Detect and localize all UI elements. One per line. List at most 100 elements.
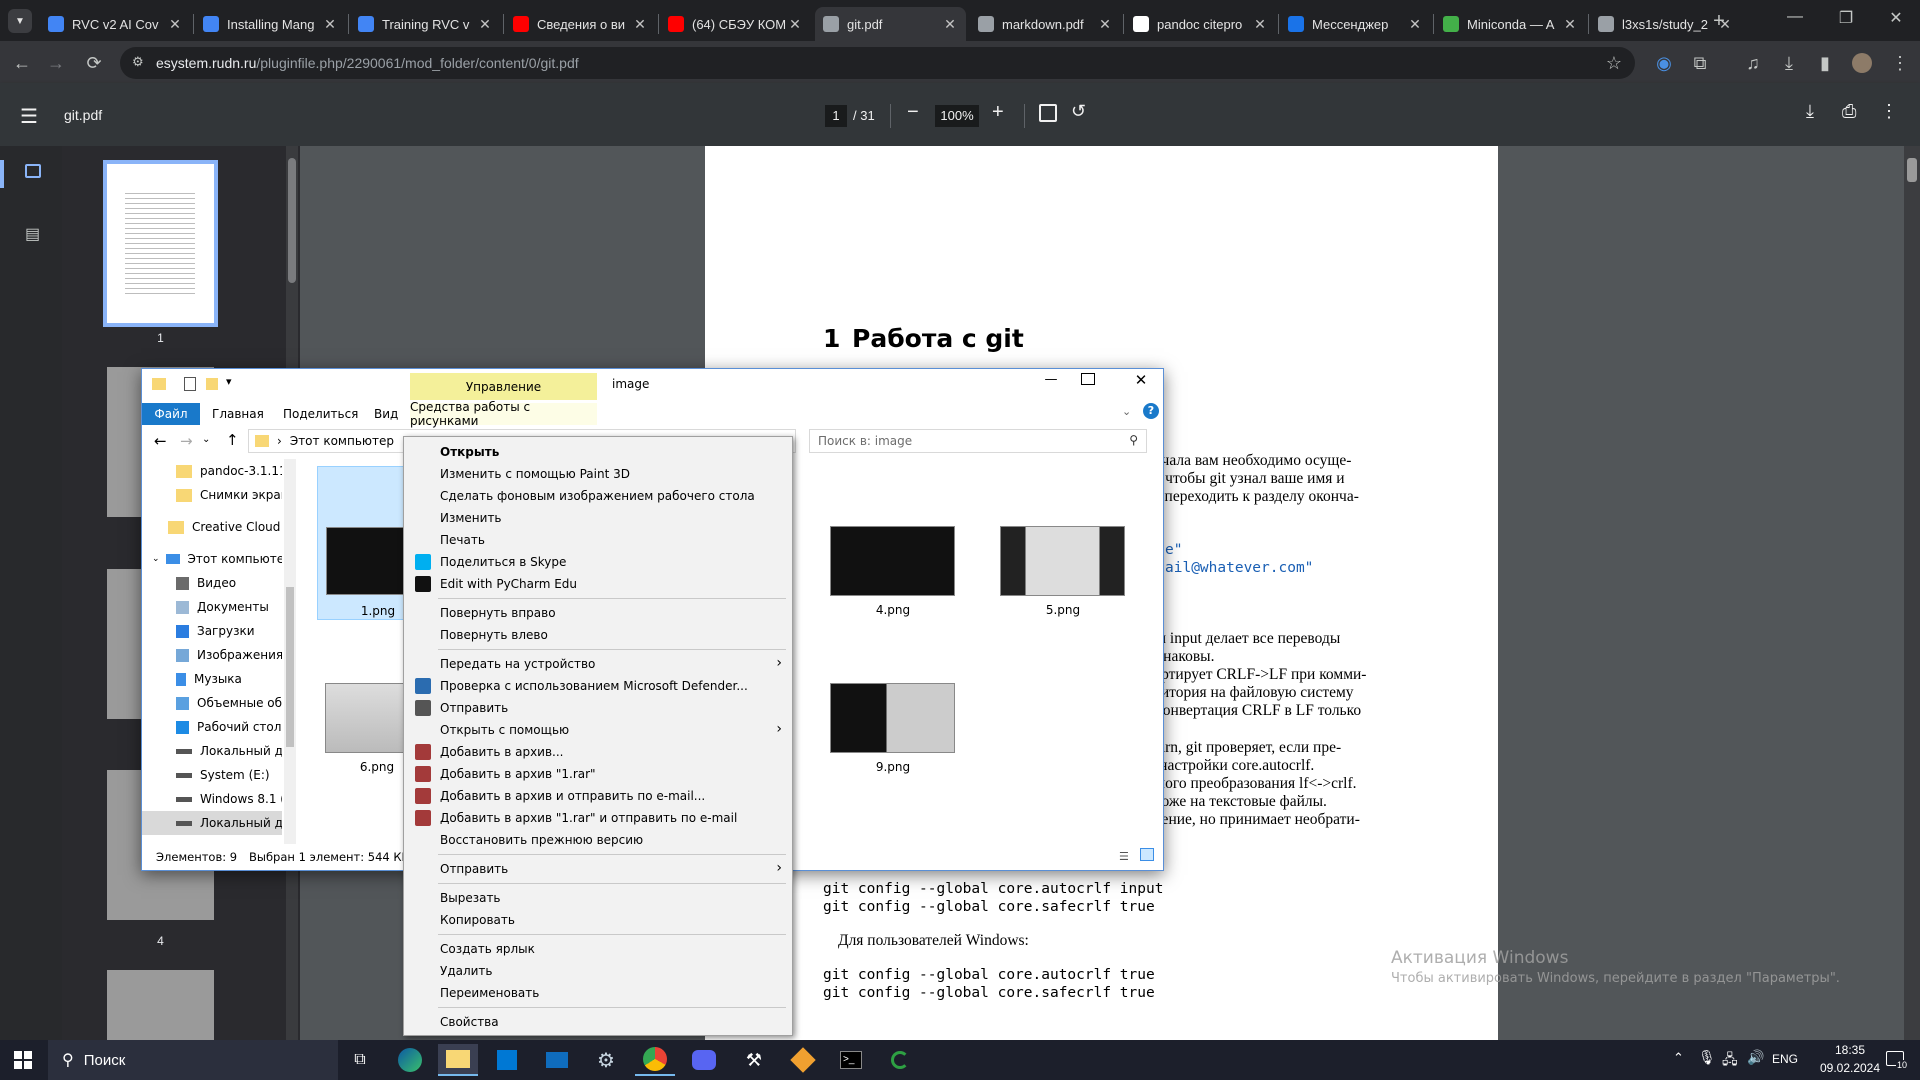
task-view-icon[interactable]: ⧉ — [340, 1044, 380, 1076]
fit-page-icon[interactable] — [1039, 104, 1057, 122]
nav-item-video[interactable]: Видео — [142, 571, 282, 595]
language-indicator[interactable]: ENG — [1772, 1052, 1798, 1066]
forward-icon[interactable]: → — [40, 47, 72, 79]
browser-tab[interactable]: Training RVC v ✕ — [350, 7, 501, 41]
close-window-button[interactable]: ✕ — [1876, 8, 1916, 32]
browser-tab[interactable]: RVC v2 AI Cov ✕ — [40, 7, 191, 41]
tab-close-icon[interactable]: ✕ — [632, 16, 648, 33]
help-icon[interactable]: ? — [1143, 403, 1159, 419]
ribbon-tab-home[interactable]: Главная — [212, 403, 264, 425]
nav-item-music[interactable]: Музыка — [142, 667, 282, 691]
context-menu-item[interactable]: Проверка с использованием Microsoft Defe… — [404, 675, 792, 697]
context-menu-item[interactable]: Сделать фоновым изображением рабочего ст… — [404, 485, 792, 507]
tab-close-icon[interactable]: ✕ — [1562, 16, 1578, 33]
page-thumbnail-5[interactable] — [107, 970, 214, 1040]
context-menu-item[interactable]: Поделиться в Skype — [404, 551, 792, 573]
tab-close-icon[interactable]: ✕ — [1252, 16, 1268, 33]
page-thumbnail-1[interactable] — [103, 160, 218, 327]
thumbnails-view-button[interactable] — [0, 160, 4, 188]
file-item-5[interactable]: 5.png — [998, 524, 1128, 624]
rotate-icon[interactable]: ↺ — [1071, 101, 1086, 122]
pdf-scroll-thumb[interactable] — [1907, 158, 1917, 182]
explorer-close-button[interactable]: ✕ — [1126, 371, 1156, 389]
context-menu-item[interactable]: Передать на устройство › — [404, 653, 792, 675]
manage-context-tab[interactable]: Управление — [410, 373, 597, 400]
quick-access-folder-icon[interactable] — [152, 378, 166, 390]
bookmark-star-icon[interactable]: ☆ — [1598, 47, 1630, 79]
context-menu-item[interactable]: Edit with PyCharm Edu — [404, 573, 792, 595]
browser-tab[interactable]: Сведения о ви ✕ — [505, 7, 656, 41]
tab-search-button[interactable]: ▼ — [8, 9, 32, 33]
explorer-minimize-button[interactable]: — — [1036, 372, 1066, 387]
tab-close-icon[interactable]: ✕ — [322, 16, 338, 33]
loading-app-icon[interactable] — [880, 1044, 920, 1076]
large-icons-view-icon[interactable] — [1140, 848, 1154, 861]
file-item-9[interactable]: 9.png — [828, 681, 958, 781]
pdf-download-icon[interactable]: ⤓ — [1806, 101, 1814, 122]
browser-tab[interactable]: pandoc citepro ✕ — [1125, 7, 1276, 41]
context-menu-item[interactable]: Добавить в архив "1.rar" — [404, 763, 792, 785]
outline-view-icon[interactable]: ▤ — [25, 224, 40, 244]
tab-close-icon[interactable]: ✕ — [787, 16, 803, 33]
taskbar-search-box[interactable]: ⚲ Поиск — [48, 1040, 338, 1080]
nav-item-desktop[interactable]: Рабочий стол — [142, 715, 282, 739]
minimize-window-button[interactable]: — — [1775, 8, 1815, 32]
search-input[interactable]: Поиск в: image ⚲ — [809, 429, 1147, 453]
nav-back-icon[interactable]: ← — [154, 432, 167, 450]
ribbon-tab-picture-tools[interactable]: Средства работы с рисунками — [410, 400, 597, 428]
extensions-puzzle-icon[interactable]: ⧉ — [1684, 47, 1716, 79]
context-menu-item[interactable]: Добавить в архив "1.rar" и отправить по … — [404, 807, 792, 829]
context-menu-item[interactable]: Печать — [404, 529, 792, 551]
ribbon-expand-icon[interactable]: ⌄ — [1122, 405, 1131, 418]
browser-tab[interactable]: Miniconda — A ✕ — [1435, 7, 1586, 41]
ribbon-tab-file[interactable]: Файл — [142, 403, 200, 425]
context-menu-item[interactable]: Свойства — [404, 1011, 792, 1033]
browser-tab[interactable]: Мессенджер ✕ — [1280, 7, 1431, 41]
zoom-out-icon[interactable]: − — [907, 101, 919, 124]
nav-item-pictures[interactable]: Изображения — [142, 643, 282, 667]
nav-item-local-disk-2[interactable]: Локальный дис — [142, 811, 282, 835]
details-view-icon[interactable]: ☰ — [1119, 850, 1129, 863]
media-control-icon[interactable]: ♫ — [1737, 47, 1769, 79]
file-item-4[interactable]: 4.png — [828, 524, 958, 624]
nav-item-3d-objects[interactable]: Объемные объ — [142, 691, 282, 715]
clock-date[interactable]: 09.02.2024 — [1812, 1061, 1888, 1075]
context-menu-item[interactable]: Открыть с помощью › — [404, 719, 792, 741]
nav-item-system-e[interactable]: System (E:) — [142, 763, 282, 787]
context-menu-item[interactable]: Копировать — [404, 909, 792, 931]
mail-icon[interactable] — [537, 1044, 577, 1076]
restore-window-button[interactable]: ❐ — [1826, 8, 1866, 32]
tab-close-icon[interactable]: ✕ — [942, 16, 958, 33]
context-menu-item[interactable]: Открыть — [404, 441, 792, 463]
context-menu-item[interactable]: Отправить › — [404, 858, 792, 880]
context-menu-item[interactable]: Вырезать — [404, 887, 792, 909]
explorer-maximize-button[interactable] — [1081, 373, 1095, 385]
tab-close-icon[interactable]: ✕ — [167, 16, 183, 33]
store-icon[interactable] — [487, 1044, 527, 1076]
edge-icon[interactable] — [390, 1044, 430, 1076]
tab-close-icon[interactable]: ✕ — [1097, 16, 1113, 33]
nav-item-this-pc[interactable]: ⌄ Этот компьютер — [142, 547, 282, 571]
extension-icon[interactable]: ◉ — [1648, 47, 1680, 79]
volume-icon[interactable]: 🔊 — [1747, 1049, 1764, 1066]
nav-item-pandoc[interactable]: pandoc-3.1.11.1 — [142, 459, 282, 483]
nav-item-screenshots[interactable]: Снимки экрана — [142, 483, 282, 507]
show-hidden-icons[interactable]: ⌃ — [1673, 1050, 1684, 1066]
nav-item-local-disk[interactable]: Локальный дис — [142, 739, 282, 763]
zoom-in-icon[interactable]: + — [992, 101, 1004, 124]
browser-tab[interactable]: (64) СБЭУ КОМ ✕ — [660, 7, 811, 41]
breadcrumb-this-pc[interactable]: Этот компьютер — [290, 434, 394, 448]
context-menu-item[interactable]: Отправить — [404, 697, 792, 719]
app-icon[interactable]: ⚒ — [734, 1044, 774, 1076]
network-icon[interactable]: 🖧 — [1722, 1049, 1738, 1073]
address-bar[interactable]: ⚙ esystem.rudn.ru/pluginfile.php/2290061… — [120, 47, 1635, 79]
chrome-taskbar-icon[interactable] — [635, 1044, 675, 1076]
context-menu-item[interactable]: Восстановить прежнюю версию — [404, 829, 792, 851]
pdf-more-icon[interactable]: ⋮ — [1880, 101, 1898, 122]
browser-tab[interactable]: git.pdf ✕ — [815, 7, 966, 41]
nav-scroll-thumb[interactable] — [286, 587, 294, 747]
tab-close-icon[interactable]: ✕ — [477, 16, 493, 33]
profile-avatar[interactable] — [1852, 53, 1872, 73]
pdf-print-icon[interactable]: ⎙ — [1842, 101, 1856, 122]
file-explorer-taskbar-icon[interactable] — [438, 1044, 478, 1076]
